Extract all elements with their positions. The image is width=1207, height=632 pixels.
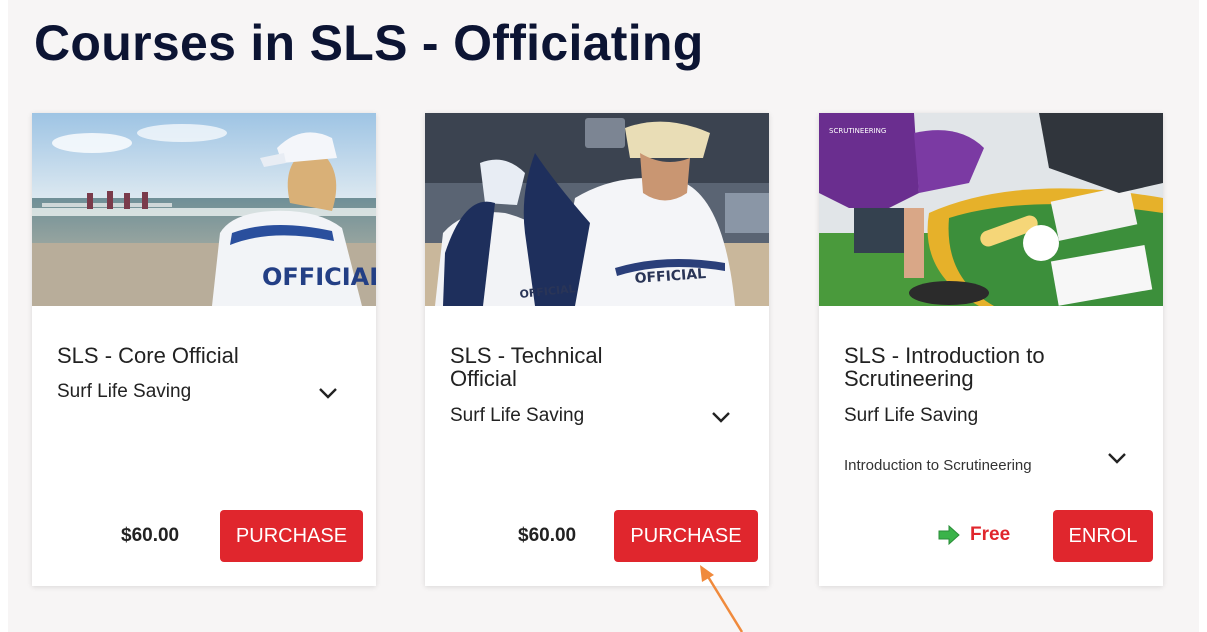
chevron-down-icon[interactable] bbox=[710, 410, 732, 424]
course-title[interactable]: SLS - Technical Official bbox=[450, 344, 650, 390]
course-provider: Surf Life Saving bbox=[844, 405, 979, 426]
course-image[interactable]: OFFICIAL OFFICIAL bbox=[425, 113, 769, 306]
free-indicator: Free bbox=[938, 524, 1010, 546]
course-image[interactable]: SCRUTINEERING bbox=[819, 113, 1163, 306]
course-catalog: Courses in SLS - Officiating OFFICIAL SL… bbox=[8, 0, 1199, 632]
course-provider: Surf Life Saving bbox=[450, 405, 585, 426]
chevron-down-icon[interactable] bbox=[1106, 451, 1128, 465]
chevron-down-icon[interactable] bbox=[317, 386, 339, 400]
course-price: Free bbox=[970, 524, 1011, 545]
course-description: Introduction to Scrutineering bbox=[844, 457, 1032, 474]
course-title[interactable]: SLS - Introduction to Scrutineering bbox=[844, 344, 1099, 390]
page-title: Courses in SLS - Officiating bbox=[34, 15, 704, 71]
course-title[interactable]: SLS - Core Official bbox=[57, 344, 312, 367]
image-caption: SCRUTINEERING bbox=[829, 127, 886, 135]
course-price: $60.00 bbox=[121, 525, 180, 546]
course-image[interactable]: OFFICIAL bbox=[32, 113, 376, 306]
enrol-button[interactable]: ENROL bbox=[1053, 510, 1153, 562]
arrow-right-icon bbox=[938, 525, 960, 545]
course-card: SCRUTINEERING SLS - Introduction to Scru… bbox=[819, 113, 1163, 586]
course-price: $60.00 bbox=[518, 525, 577, 546]
course-card: OFFICIAL SLS - Core Official Surf Life S… bbox=[32, 113, 376, 586]
purchase-button[interactable]: PURCHASE bbox=[220, 510, 363, 562]
purchase-button[interactable]: PURCHASE bbox=[614, 510, 758, 562]
image-caption: OFFICIAL bbox=[262, 263, 376, 291]
course-card: OFFICIAL OFFICIAL SLS - Technical Offici… bbox=[425, 113, 769, 586]
course-provider: Surf Life Saving bbox=[57, 381, 192, 402]
